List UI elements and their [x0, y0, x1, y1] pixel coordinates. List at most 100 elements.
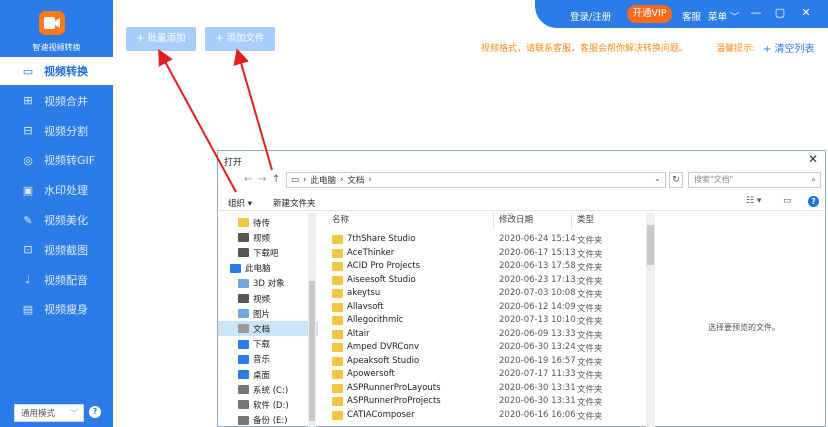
list-item[interactable]: 7thShare Studio 2020-06-24 15:14 文件夹: [321, 233, 651, 246]
tree-item[interactable]: 系统 (C:): [218, 382, 318, 397]
minimize-icon[interactable]: —: [749, 6, 763, 20]
sidebar-item-gif[interactable]: ◎ 视频转GIF: [0, 146, 113, 174]
list-item[interactable]: ACID Pro Projects 2020-06-13 17:58 文件夹: [321, 260, 651, 273]
gif-icon: ◎: [23, 153, 33, 167]
tree-scrollbar[interactable]: [308, 213, 316, 427]
file-type: 文件夹: [577, 344, 603, 354]
back-icon[interactable]: ←: [244, 174, 252, 185]
tree-scroll-thumb[interactable]: [309, 281, 315, 421]
search-placeholder: 搜索"文档": [694, 175, 734, 184]
tree-item[interactable]: 视频: [218, 230, 318, 245]
tree-item[interactable]: 图片: [218, 306, 318, 321]
tree-item[interactable]: 视频: [218, 291, 318, 306]
service-link[interactable]: 客服: [682, 9, 701, 23]
tree-item[interactable]: 下载: [218, 337, 318, 352]
up-icon[interactable]: ↑: [272, 174, 280, 185]
dialog-close-icon[interactable]: ✕: [808, 152, 818, 166]
mic-icon: ♩: [25, 273, 31, 287]
sidebar-item-screenshot[interactable]: ⊡ 视频截图: [0, 236, 113, 264]
col-type[interactable]: 类型: [577, 213, 594, 228]
list-item[interactable]: Amped DVRConv 2020-06-30 13:24 文件夹: [321, 341, 651, 354]
maximize-icon[interactable]: ▢: [773, 6, 787, 20]
tree-item-label: 系统 (C:): [253, 385, 289, 396]
forward-icon[interactable]: →: [258, 174, 266, 185]
list-item[interactable]: CATIAComposer 2020-06-16 16:06 文件夹: [321, 409, 651, 422]
file-name: ACID Pro Projects: [347, 261, 421, 271]
tree-item[interactable]: 备份 (E:): [218, 413, 318, 427]
list-scroll-thumb[interactable]: [647, 225, 654, 265]
batch-add-button[interactable]: + 批量添加: [126, 27, 196, 51]
sidebar-item-label: 视频截图: [44, 243, 88, 257]
preview-pane-icon[interactable]: ▭: [783, 196, 792, 206]
tree-item[interactable]: 待传: [218, 215, 318, 230]
tree-item-label: 下载吧: [253, 248, 279, 259]
tree-item-label: 备份 (E:): [253, 416, 288, 427]
folder-icon: [332, 343, 343, 352]
list-item[interactable]: Allavsoft 2020-06-12 14:09 文件夹: [321, 301, 651, 314]
refresh-icon[interactable]: ↻: [669, 172, 683, 188]
mode-select-value: 通用模式: [21, 409, 56, 419]
tree-item[interactable]: 此电脑: [218, 261, 318, 276]
vip-button[interactable]: 开通VIP: [627, 5, 672, 23]
login-link[interactable]: 登录/注册: [570, 9, 611, 23]
file-date: 2020-07-17 11:33: [499, 369, 576, 379]
search-input[interactable]: 搜索"文档" ⌕: [688, 172, 821, 188]
clear-list-link[interactable]: + 清空列表: [763, 40, 815, 55]
nav-tree: 待传 视频 下载吧 此电脑 3D 对象 视频 图片 文档 下载 音乐 桌面 系统 (C:) 软件 (D:…: [218, 213, 318, 427]
list-item[interactable]: Apowersoft 2020-07-17 11:33 文件夹: [321, 368, 651, 381]
breadcrumb-docs[interactable]: 文档: [347, 174, 364, 186]
new-folder-button[interactable]: 新建文件夹: [273, 197, 316, 209]
file-name: Altair: [347, 328, 370, 339]
list-item[interactable]: AceThinker 2020-06-17 15:13 文件夹: [321, 247, 651, 260]
list-item[interactable]: Altair 2020-06-09 13:33 文件夹: [321, 328, 651, 341]
list-item[interactable]: Aiseesoft Studio 2020-06-23 17:13 文件夹: [321, 274, 651, 287]
list-item[interactable]: ASPRunnerProLayouts 2020-06-30 13:31 文件夹: [321, 382, 651, 395]
tree-item[interactable]: 桌面: [218, 367, 318, 382]
help-icon[interactable]: ?: [89, 406, 101, 418]
list-item[interactable]: ASPRunnerProProjects 2020-06-30 13:31 文件夹: [321, 395, 651, 408]
col-date[interactable]: 修改日期: [499, 213, 533, 228]
list-scrollbar[interactable]: [646, 213, 655, 427]
sidebar-item-beautify[interactable]: ✎ 视频美化: [0, 206, 113, 234]
video-icon: ▭: [22, 64, 34, 78]
file-name: akeytsu: [347, 288, 381, 298]
list-item[interactable]: Allegorithmic 2020-07-13 10:10 文件夹: [321, 314, 651, 327]
tree-item[interactable]: 音乐: [218, 352, 318, 367]
folder-icon: [238, 339, 249, 349]
address-row: ← → ↑ ▭ › 此电脑 › 文档 › ⌄ ↻ 搜索"文档" ⌕: [218, 171, 825, 189]
address-bar[interactable]: ▭ › 此电脑 › 文档 › ⌄: [286, 172, 666, 188]
folder-icon: [238, 248, 249, 258]
col-name[interactable]: 名称: [332, 213, 349, 228]
tree-item-label: 下载: [253, 340, 271, 351]
tree-item[interactable]: 软件 (D:): [218, 397, 318, 412]
folder-icon: [238, 218, 249, 227]
list-item[interactable]: Apeaksoft Studio 2020-06-19 16:57 文件夹: [321, 355, 651, 368]
tree-item[interactable]: 下载吧: [218, 245, 318, 260]
sidebar-item-video[interactable]: ▭ 视频转换: [0, 57, 113, 85]
folder-icon: [332, 316, 343, 325]
mode-select[interactable]: 通用模式 ﹀: [14, 404, 84, 422]
file-date: 2020-06-13 17:58: [499, 261, 576, 271]
file-name: CATIAComposer: [347, 409, 415, 420]
sidebar-item-mic[interactable]: ♩ 视频配音: [0, 266, 113, 294]
sidebar-item-split[interactable]: ⊟ 视频分割: [0, 117, 113, 145]
close-icon[interactable]: ✕: [799, 6, 813, 20]
tree-item-label: 此电脑: [245, 264, 271, 275]
sidebar-item-merge[interactable]: ⊞ 视频合并: [0, 87, 113, 115]
file-date: 2020-06-12 14:09: [499, 301, 576, 312]
sidebar-item-watermark[interactable]: ▣ 水印处理: [0, 176, 113, 204]
file-date: 2020-06-16 16:06: [499, 409, 576, 420]
view-options-icon[interactable]: ☷ ▾: [746, 196, 761, 206]
organize-button[interactable]: 组织 ▾: [228, 197, 252, 209]
sidebar-item-compress[interactable]: ▤ 视频瘦身: [0, 295, 113, 323]
breadcrumb-pc[interactable]: 此电脑: [310, 174, 336, 186]
tree-item[interactable]: 文档: [218, 321, 318, 337]
help-icon[interactable]: ?: [808, 196, 819, 207]
chevron-down-icon[interactable]: ⌄: [654, 174, 661, 184]
tree-item[interactable]: 3D 对象: [218, 276, 318, 291]
list-item[interactable]: akeytsu 2020-07-03 10:08 文件夹: [321, 287, 651, 300]
folder-icon: [332, 383, 343, 393]
menu-link[interactable]: 菜单 ﹀: [708, 9, 740, 23]
tree-item-label: 图片: [253, 309, 271, 320]
add-file-button[interactable]: + 添加文件: [205, 27, 275, 51]
